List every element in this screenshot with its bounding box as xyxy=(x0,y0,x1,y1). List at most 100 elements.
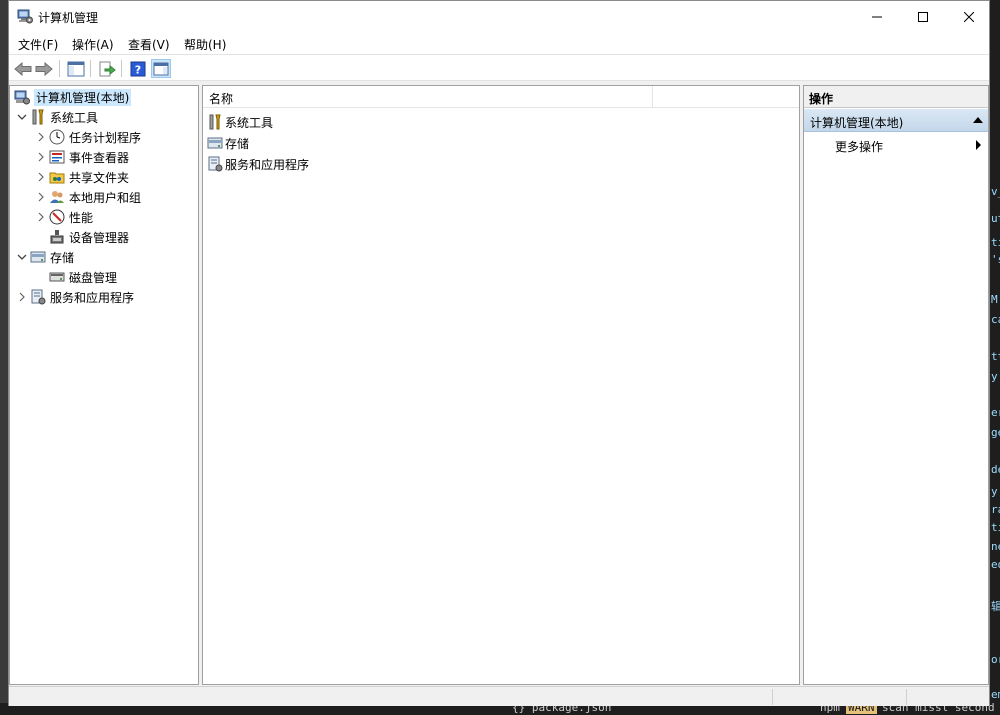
action-pane: 操作 计算机管理(本地) 更多操作 xyxy=(803,85,989,685)
chevron-right-icon[interactable] xyxy=(33,189,49,205)
editor-fragment: em xyxy=(991,688,1000,701)
help-button[interactable]: ? xyxy=(128,59,148,78)
editor-fragment: v_ xyxy=(991,185,1000,198)
editor-fragment: ed xyxy=(991,558,1000,571)
toolbar-separator xyxy=(90,60,91,77)
editor-fragment: y' xyxy=(991,370,1000,383)
tree-item-storage[interactable]: 存储 xyxy=(14,247,74,267)
menu-view[interactable]: 查看(V) xyxy=(128,36,170,53)
chevron-down-icon[interactable] xyxy=(14,249,30,265)
tree-item-services-apps[interactable]: 服务和应用程序 xyxy=(14,287,134,307)
action-section-label: 计算机管理(本地) xyxy=(810,116,904,130)
minimize-button[interactable] xyxy=(854,1,900,32)
storage-icon xyxy=(207,135,223,151)
editor-fragment: de xyxy=(991,463,1000,476)
services-icon xyxy=(207,156,223,172)
show-hide-action-pane-button[interactable] xyxy=(151,59,171,78)
tree-label: 本地用户和组 xyxy=(69,190,142,205)
back-arrow-icon xyxy=(14,61,32,76)
editor-fragment: ge xyxy=(991,426,1000,439)
tree-label: 任务计划程序 xyxy=(69,130,142,145)
show-hide-console-tree-button[interactable] xyxy=(66,59,86,78)
disk-icon xyxy=(49,269,65,285)
workspace: 计算机管理(本地) 系统工具 任务计划程序 事件查看器 共享文件夹 本地用户和组… xyxy=(9,81,989,686)
result-list-pane[interactable]: 名称 系统工具 存储 服务和应用程序 xyxy=(202,85,800,685)
tree-item-disk-management[interactable]: 磁盘管理 xyxy=(49,267,117,287)
maximize-button[interactable] xyxy=(900,1,946,32)
computer-management-icon xyxy=(14,89,30,105)
device-manager-icon xyxy=(49,229,65,245)
desktop-right-strip: v_ ut ti 's M ca tt y' er ge de y' ra ti… xyxy=(990,0,1000,715)
editor-fragment: M xyxy=(991,293,998,306)
forward-arrow-icon xyxy=(35,61,53,76)
close-icon xyxy=(964,11,974,22)
action-item-label: 更多操作 xyxy=(835,140,884,154)
tree-item-performance[interactable]: 性能 xyxy=(33,207,93,227)
console-tree-pane[interactable]: 计算机管理(本地) 系统工具 任务计划程序 事件查看器 共享文件夹 本地用户和组… xyxy=(9,85,199,685)
tree-label: 计算机管理(本地) xyxy=(34,88,132,106)
chevron-right-icon[interactable] xyxy=(33,129,49,145)
tree-item-local-users[interactable]: 本地用户和组 xyxy=(33,187,141,207)
menu-help[interactable]: 帮助(H) xyxy=(184,36,226,53)
tree-item-event-viewer[interactable]: 事件查看器 xyxy=(33,147,129,167)
more-actions-item[interactable]: 更多操作 xyxy=(804,134,988,156)
editor-fragment: ti xyxy=(991,236,1000,249)
list-item-label: 服务和应用程序 xyxy=(225,157,310,172)
menu-file[interactable]: 文件(F) xyxy=(18,36,58,53)
tree-label: 设备管理器 xyxy=(69,230,130,245)
action-section-header[interactable]: 计算机管理(本地) xyxy=(804,109,988,132)
maximize-icon xyxy=(918,11,928,22)
tree-label: 共享文件夹 xyxy=(69,170,130,185)
chevron-right-icon[interactable] xyxy=(14,289,30,305)
tree-label: 磁盘管理 xyxy=(69,270,118,285)
services-icon xyxy=(30,289,46,305)
tree-label: 系统工具 xyxy=(50,110,99,125)
column-header-name[interactable]: 名称 xyxy=(203,86,653,108)
back-button[interactable] xyxy=(13,59,33,78)
title-bar[interactable]: 计算机管理 xyxy=(9,1,989,32)
editor-fragment: er xyxy=(991,406,1000,419)
clock-icon xyxy=(49,129,65,145)
list-item[interactable]: 存储 xyxy=(207,133,249,153)
computer-management-icon xyxy=(17,8,33,24)
tree-item-root[interactable]: 计算机管理(本地) xyxy=(14,87,132,107)
editor-fragment: 's xyxy=(991,253,1000,266)
status-cell xyxy=(906,689,907,705)
chevron-right-icon[interactable] xyxy=(33,169,49,185)
minimize-icon xyxy=(872,16,882,17)
users-icon xyxy=(49,189,65,205)
svg-text:?: ? xyxy=(135,63,141,76)
menu-action[interactable]: 操作(A) xyxy=(72,36,114,53)
tree-label: 事件查看器 xyxy=(69,150,130,165)
list-item[interactable]: 系统工具 xyxy=(207,112,273,132)
toolbar: ? xyxy=(9,54,989,81)
status-cell xyxy=(772,689,773,705)
tools-icon xyxy=(207,114,223,130)
tree-item-device-manager[interactable]: 设备管理器 xyxy=(49,227,129,247)
editor-fragment: tt xyxy=(991,350,1000,363)
toolbar-separator xyxy=(121,60,122,77)
collapse-up-icon[interactable] xyxy=(973,117,983,123)
tree-item-task-scheduler[interactable]: 任务计划程序 xyxy=(33,127,141,147)
list-item-label: 存储 xyxy=(225,136,250,151)
export-list-button[interactable] xyxy=(97,59,117,78)
chevron-right-icon[interactable] xyxy=(33,209,49,225)
shared-folder-icon xyxy=(49,169,65,185)
show-hide-action-pane-icon xyxy=(153,62,169,75)
forward-button[interactable] xyxy=(34,59,54,78)
editor-fragment: 辑 xyxy=(991,600,1000,613)
export-list-icon xyxy=(99,61,116,76)
tree-item-system-tools[interactable]: 系统工具 xyxy=(14,107,98,127)
help-icon: ? xyxy=(130,61,146,76)
computer-management-window: 计算机管理 文件(F) 操作(A) 查看(V) 帮助(H) ? 计算机管理(本地… xyxy=(8,0,990,706)
tree-item-shared-folders[interactable]: 共享文件夹 xyxy=(33,167,129,187)
close-button[interactable] xyxy=(946,1,992,32)
list-item[interactable]: 服务和应用程序 xyxy=(207,154,309,174)
editor-fragment: ra xyxy=(991,503,1000,516)
editor-fragment: ca xyxy=(991,313,1000,326)
chevron-down-icon[interactable] xyxy=(14,109,30,125)
menu-bar: 文件(F) 操作(A) 查看(V) 帮助(H) xyxy=(9,32,989,54)
editor-fragment: or xyxy=(991,653,1000,666)
chevron-right-icon[interactable] xyxy=(33,149,49,165)
tree-label: 性能 xyxy=(69,210,94,225)
